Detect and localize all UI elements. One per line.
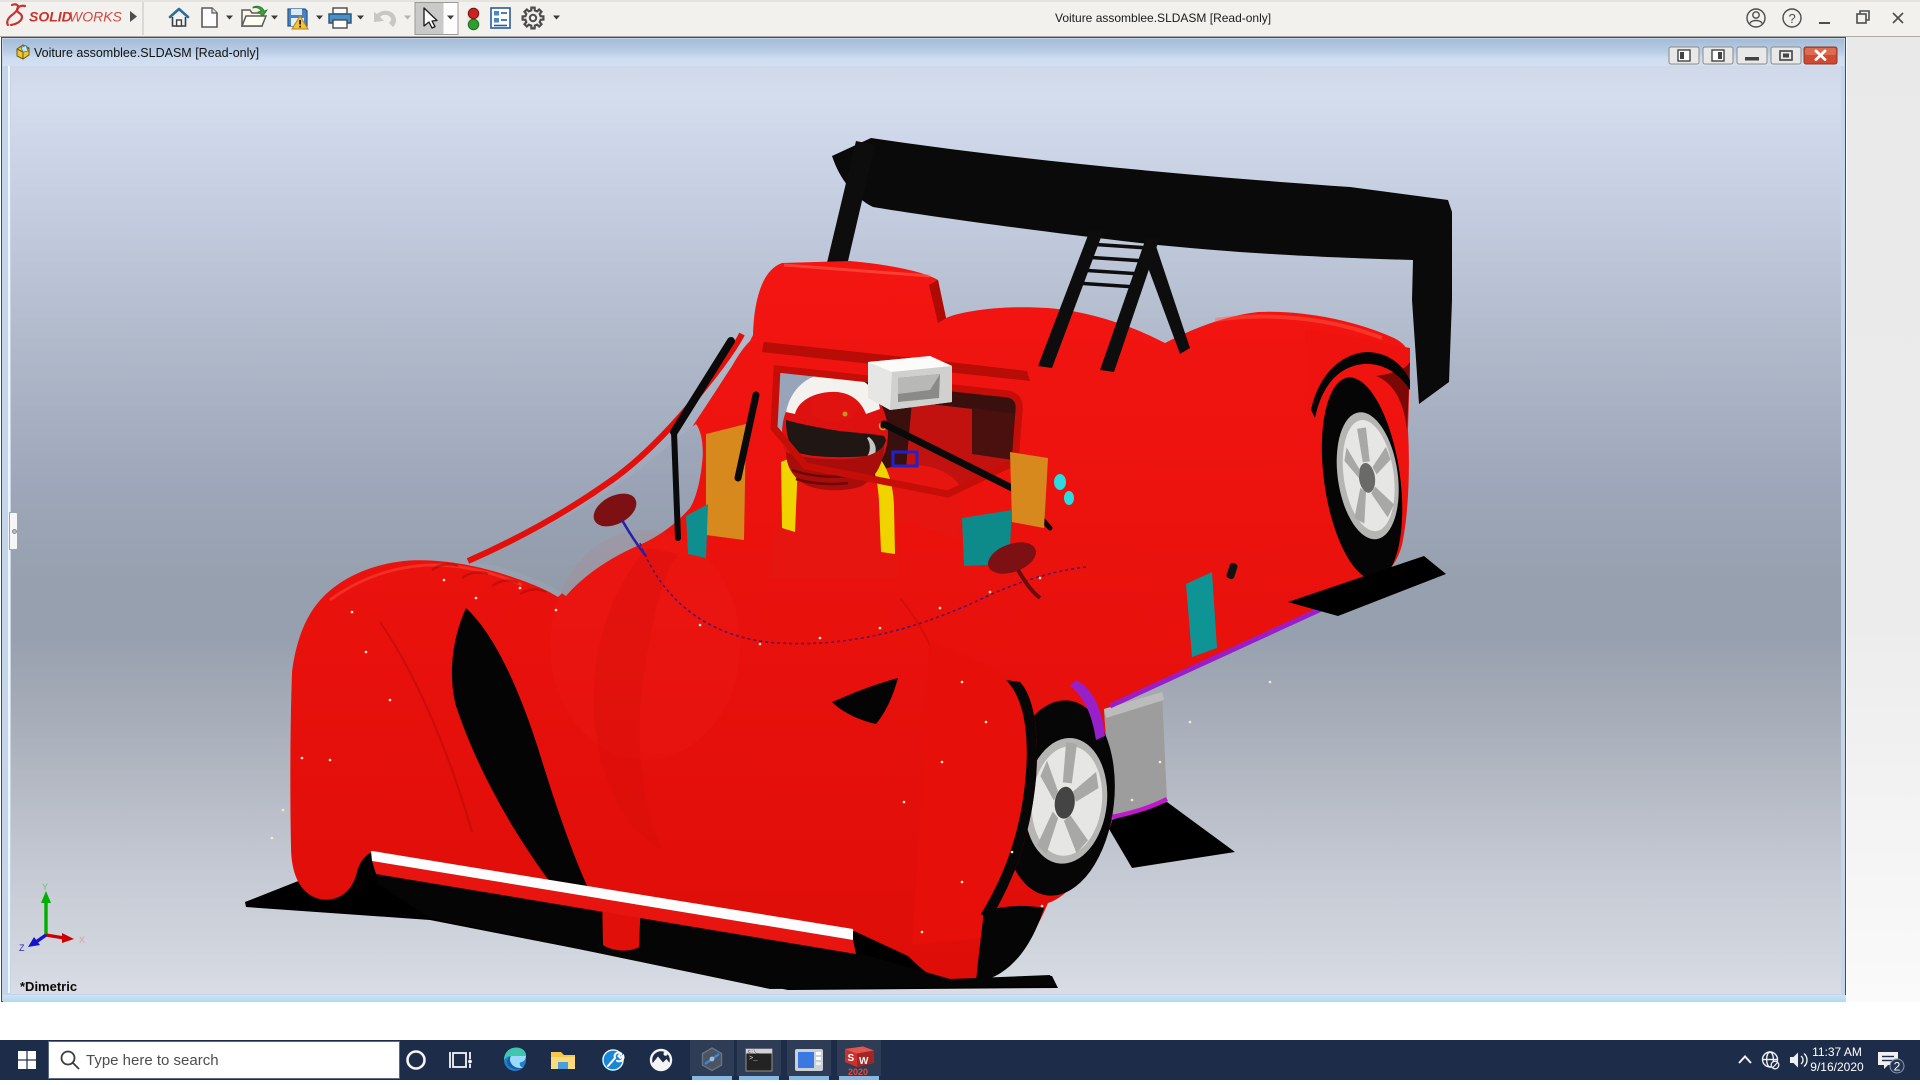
- svg-text:X: X: [79, 935, 85, 945]
- svg-text:2: 2: [1894, 1059, 1901, 1073]
- svg-text:*Dimetric: *Dimetric: [20, 979, 77, 994]
- svg-text:?: ?: [1789, 11, 1796, 26]
- svg-text:Y: Y: [42, 882, 48, 892]
- svg-text:SOLID: SOLID: [29, 9, 72, 25]
- svg-text:WORKS: WORKS: [69, 9, 123, 25]
- svg-text:Z: Z: [19, 943, 25, 953]
